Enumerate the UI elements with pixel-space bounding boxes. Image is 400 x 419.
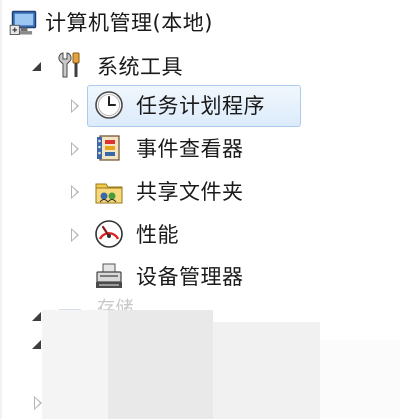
tree-item-label: 系统工具 (97, 55, 183, 79)
collapsed-triangle-icon[interactable] (67, 228, 81, 242)
expanded-triangle-icon[interactable] (30, 60, 44, 74)
performance-icon (94, 219, 124, 249)
tree-item-performance[interactable]: 性能 (0, 215, 400, 255)
tools-icon (55, 49, 85, 79)
tree-item-task-scheduler[interactable]: 任务计划程序 (0, 86, 400, 126)
collapsed-triangle-icon[interactable] (67, 185, 81, 199)
shared-folder-icon (94, 176, 124, 206)
tree-item-label: 计算机管理(本地) (45, 11, 213, 35)
collapsed-triangle-icon[interactable] (67, 99, 81, 113)
expanded-triangle-icon[interactable] (30, 338, 44, 352)
tree-item-label: 性能 (136, 223, 179, 247)
tree-item-device-manager[interactable]: 设备管理器 (0, 256, 400, 296)
tree-item-label: 设备管理器 (136, 265, 244, 289)
tree-item-hidden[interactable] (0, 336, 400, 360)
event-viewer-icon (94, 133, 124, 163)
collapsed-triangle-icon[interactable] (67, 142, 81, 156)
tree-item-label: 任务计划程序 (136, 94, 265, 118)
device-manager-icon (94, 261, 124, 291)
console-tree: 计算机管理(本地) 系统工具 任务计划程序 事件查看器 共享文件夹 性能 设备管… (0, 0, 400, 419)
tree-item-computer-management[interactable]: 计算机管理(本地) (0, 4, 400, 44)
tree-item-system-tools[interactable]: 系统工具 (0, 47, 400, 87)
computer-management-icon (9, 8, 37, 35)
tree-item-label: 事件查看器 (136, 137, 244, 161)
tree-item-shared-folders[interactable]: 共享文件夹 (0, 172, 400, 212)
collapsed-triangle-icon[interactable] (30, 396, 44, 410)
clock-icon (94, 90, 124, 120)
tree-item-hidden[interactable] (0, 392, 400, 416)
tree-item-label: 共享文件夹 (136, 180, 244, 204)
tree-item-event-viewer[interactable]: 事件查看器 (0, 129, 400, 169)
